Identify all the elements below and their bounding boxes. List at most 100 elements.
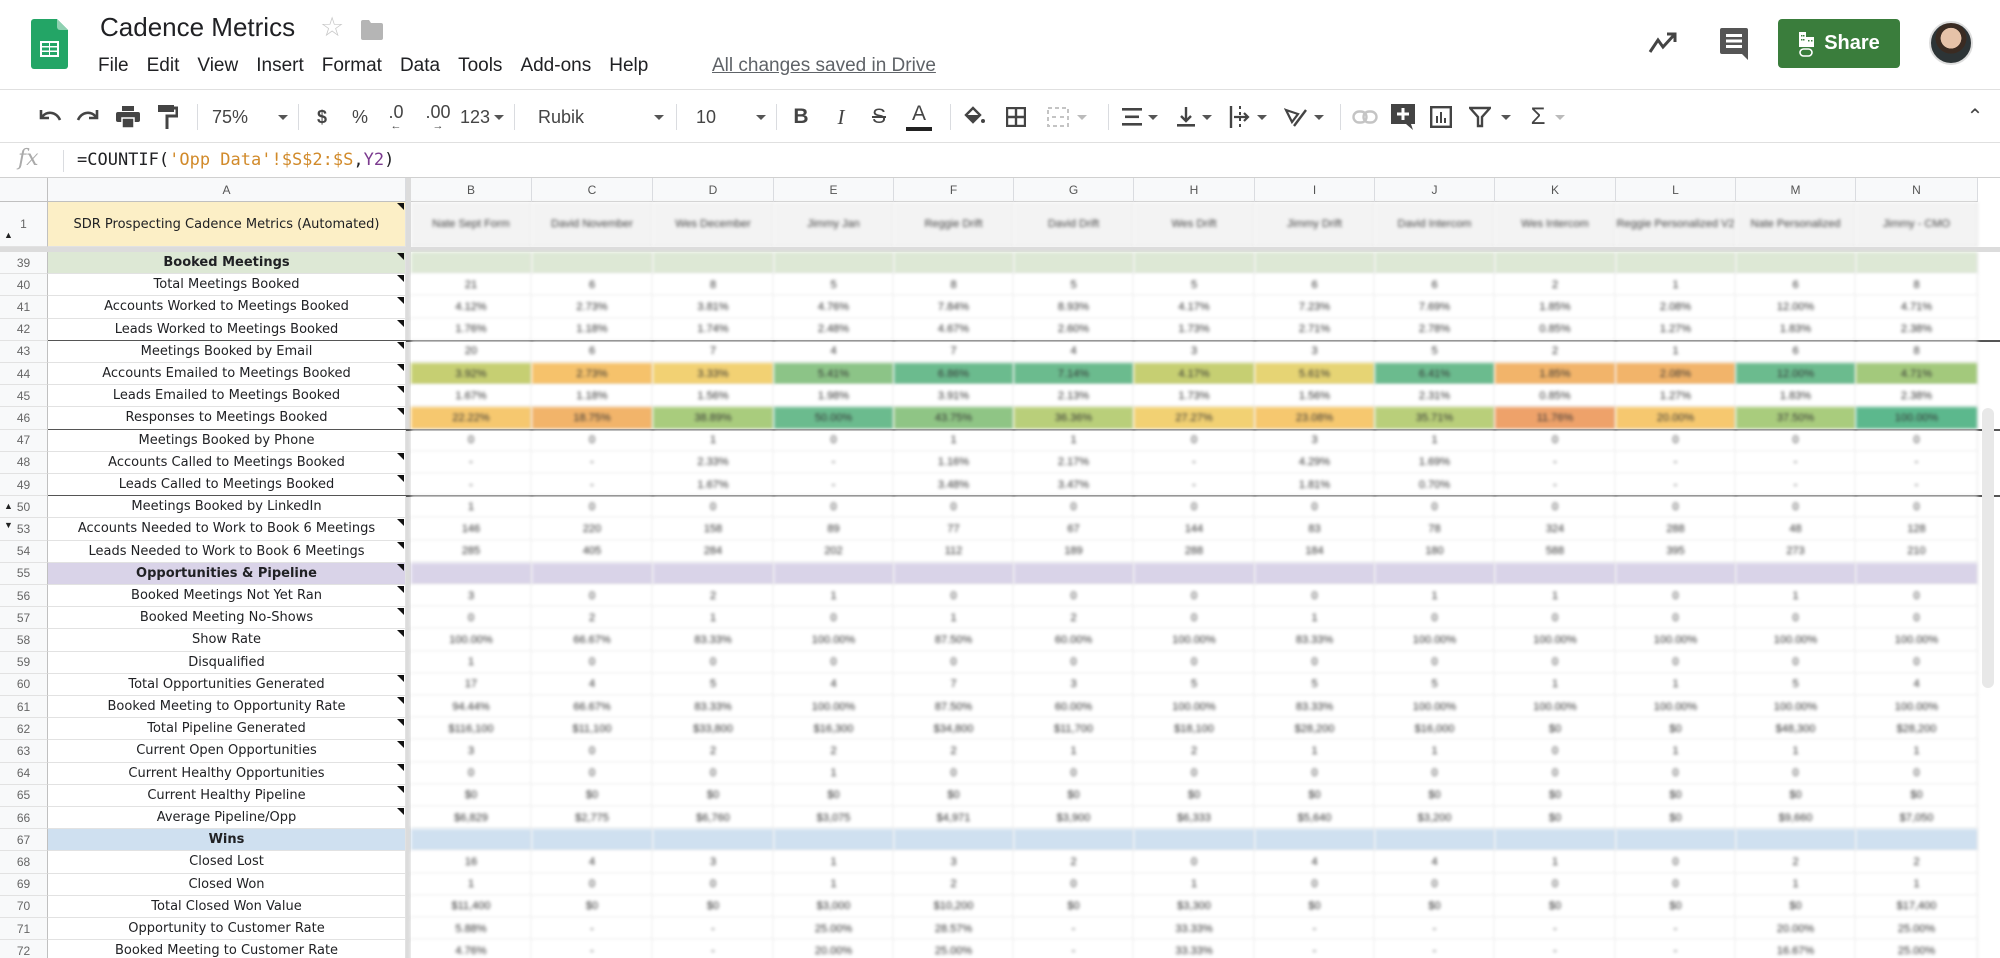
metric-value-cell[interactable]: 0	[653, 762, 774, 785]
metric-value-cell[interactable]: 66.67%	[532, 696, 653, 719]
borders-button[interactable]	[1000, 90, 1032, 144]
metric-value-cell[interactable]: $0	[1495, 718, 1616, 741]
metric-value-cell[interactable]: 1	[1616, 340, 1736, 363]
row-header-62[interactable]: 62	[0, 718, 48, 741]
metric-value-cell[interactable]: 0	[1014, 762, 1134, 785]
column-header-g[interactable]: G	[1014, 178, 1134, 202]
bold-button[interactable]: B	[786, 90, 816, 144]
metric-value-cell[interactable]: $0	[1014, 784, 1134, 807]
metric-value-cell[interactable]: 5	[1255, 673, 1375, 696]
metric-label-cell[interactable]: Total Closed Won Value	[48, 895, 406, 918]
metric-value-cell[interactable]: 288	[1134, 540, 1255, 563]
metric-value-cell[interactable]: 0	[1495, 740, 1616, 763]
metric-value-cell[interactable]: 0	[1616, 651, 1736, 674]
metric-value-cell[interactable]: -	[653, 918, 774, 941]
metric-value-cell[interactable]: 0	[1255, 496, 1375, 519]
metric-value-cell[interactable]: 4.76%	[411, 940, 532, 958]
row-header-44[interactable]: 44	[0, 363, 48, 386]
metric-value-cell[interactable]: 8	[1856, 274, 1978, 297]
metric-value-cell[interactable]: -	[1616, 474, 1736, 497]
section-band-cell[interactable]	[1375, 829, 1495, 852]
metric-value-cell[interactable]: 0	[1495, 496, 1616, 519]
section-band-cell[interactable]	[653, 562, 774, 585]
metric-value-cell[interactable]: 83.33%	[1255, 629, 1375, 652]
metric-value-cell[interactable]: 1	[1255, 740, 1375, 763]
metric-value-cell[interactable]: 0	[1736, 762, 1856, 785]
metric-value-cell[interactable]: 100.00%	[1495, 696, 1616, 719]
row-header-61[interactable]: 61	[0, 696, 48, 719]
decrease-decimal-button[interactable]: .0 ←	[380, 90, 412, 144]
metric-value-cell[interactable]: 2	[1856, 851, 1978, 874]
metric-value-cell[interactable]: 5.61%	[1255, 363, 1375, 386]
metric-label-cell[interactable]: Total Pipeline Generated	[48, 718, 406, 741]
metric-value-cell[interactable]: 4.17%	[1134, 296, 1255, 319]
column-header-b[interactable]: B	[411, 178, 532, 202]
metric-value-cell[interactable]: 7.69%	[1375, 296, 1495, 319]
section-band-cell[interactable]	[894, 829, 1014, 852]
metric-value-cell[interactable]: 3.81%	[653, 296, 774, 319]
metric-value-cell[interactable]: 36.36%	[1014, 407, 1134, 430]
metric-value-cell[interactable]: 0	[1736, 651, 1856, 674]
metric-label-cell[interactable]: Closed Won	[48, 873, 406, 896]
metric-value-cell[interactable]: 220	[532, 518, 653, 541]
row-header-48[interactable]: 48	[0, 451, 48, 474]
metric-value-cell[interactable]: 3	[894, 851, 1014, 874]
metric-value-cell[interactable]: $0	[1736, 895, 1856, 918]
share-button[interactable]: Share	[1778, 19, 1900, 68]
section-band-cell[interactable]	[1616, 252, 1736, 275]
section-band-cell[interactable]	[1495, 562, 1616, 585]
metric-label-cell[interactable]: Total Meetings Booked	[48, 274, 406, 297]
metric-value-cell[interactable]: 3.47%	[1014, 474, 1134, 497]
row-header-58[interactable]: 58	[0, 629, 48, 652]
section-band-cell[interactable]	[1255, 252, 1375, 275]
metric-value-cell[interactable]: 0	[1375, 873, 1495, 896]
metric-label-cell[interactable]: Booked Meeting to Opportunity Rate	[48, 696, 406, 719]
metric-value-cell[interactable]: -	[1375, 918, 1495, 941]
metric-value-cell[interactable]: 2	[532, 607, 653, 630]
metric-value-cell[interactable]: 2.73%	[532, 296, 653, 319]
section-band-cell[interactable]	[1375, 562, 1495, 585]
metric-value-cell[interactable]: 4	[532, 673, 653, 696]
row-header-49[interactable]: 49	[0, 474, 48, 497]
cadence-column-header[interactable]: Nate Personalized	[1736, 202, 1856, 247]
italic-button[interactable]: I	[826, 90, 856, 144]
metric-value-cell[interactable]: 180	[1375, 540, 1495, 563]
row-header-47[interactable]: 47	[0, 429, 48, 452]
metric-value-cell[interactable]: $0	[1134, 784, 1255, 807]
redo-button[interactable]	[72, 90, 104, 144]
metric-value-cell[interactable]: 0	[1856, 762, 1978, 785]
metric-value-cell[interactable]: 7	[653, 340, 774, 363]
undo-button[interactable]	[34, 90, 66, 144]
metric-value-cell[interactable]: 5.41%	[774, 363, 894, 386]
metric-value-cell[interactable]: 1	[894, 429, 1014, 452]
metric-value-cell[interactable]: 2.38%	[1856, 318, 1978, 341]
metric-value-cell[interactable]: 12.00%	[1736, 363, 1856, 386]
metric-value-cell[interactable]: 0	[1736, 496, 1856, 519]
metric-value-cell[interactable]: 1	[1375, 429, 1495, 452]
metric-value-cell[interactable]: 2.31%	[1375, 385, 1495, 408]
section-band-cell[interactable]	[1255, 829, 1375, 852]
metric-value-cell[interactable]: 100.00%	[774, 696, 894, 719]
metric-value-cell[interactable]: 100.00%	[1495, 629, 1616, 652]
column-header-f[interactable]: F	[894, 178, 1014, 202]
metric-value-cell[interactable]: 588	[1495, 540, 1616, 563]
metric-value-cell[interactable]: 100.00%	[1134, 629, 1255, 652]
metric-label-cell[interactable]: Accounts Called to Meetings Booked	[48, 451, 406, 474]
paint-format-button[interactable]	[152, 90, 184, 144]
metric-value-cell[interactable]: 66.67%	[532, 629, 653, 652]
metric-value-cell[interactable]: 1	[411, 651, 532, 674]
section-band-cell[interactable]	[1736, 562, 1856, 585]
row-header-1[interactable]: 1	[0, 202, 48, 247]
section-band-cell[interactable]	[411, 829, 532, 852]
cadence-column-header[interactable]: Wes December	[653, 202, 774, 247]
metric-value-cell[interactable]: -	[1856, 474, 1978, 497]
column-header-e[interactable]: E	[774, 178, 894, 202]
section-band-cell[interactable]	[1255, 562, 1375, 585]
section-band-cell[interactable]	[411, 252, 532, 275]
metric-value-cell[interactable]: 0	[1495, 873, 1616, 896]
metric-value-cell[interactable]: 25.00%	[1856, 940, 1978, 958]
section-band-cell[interactable]	[1375, 252, 1495, 275]
section-band-cell[interactable]	[1014, 562, 1134, 585]
metric-value-cell[interactable]: 2	[1495, 340, 1616, 363]
metric-value-cell[interactable]: 5.88%	[411, 918, 532, 941]
